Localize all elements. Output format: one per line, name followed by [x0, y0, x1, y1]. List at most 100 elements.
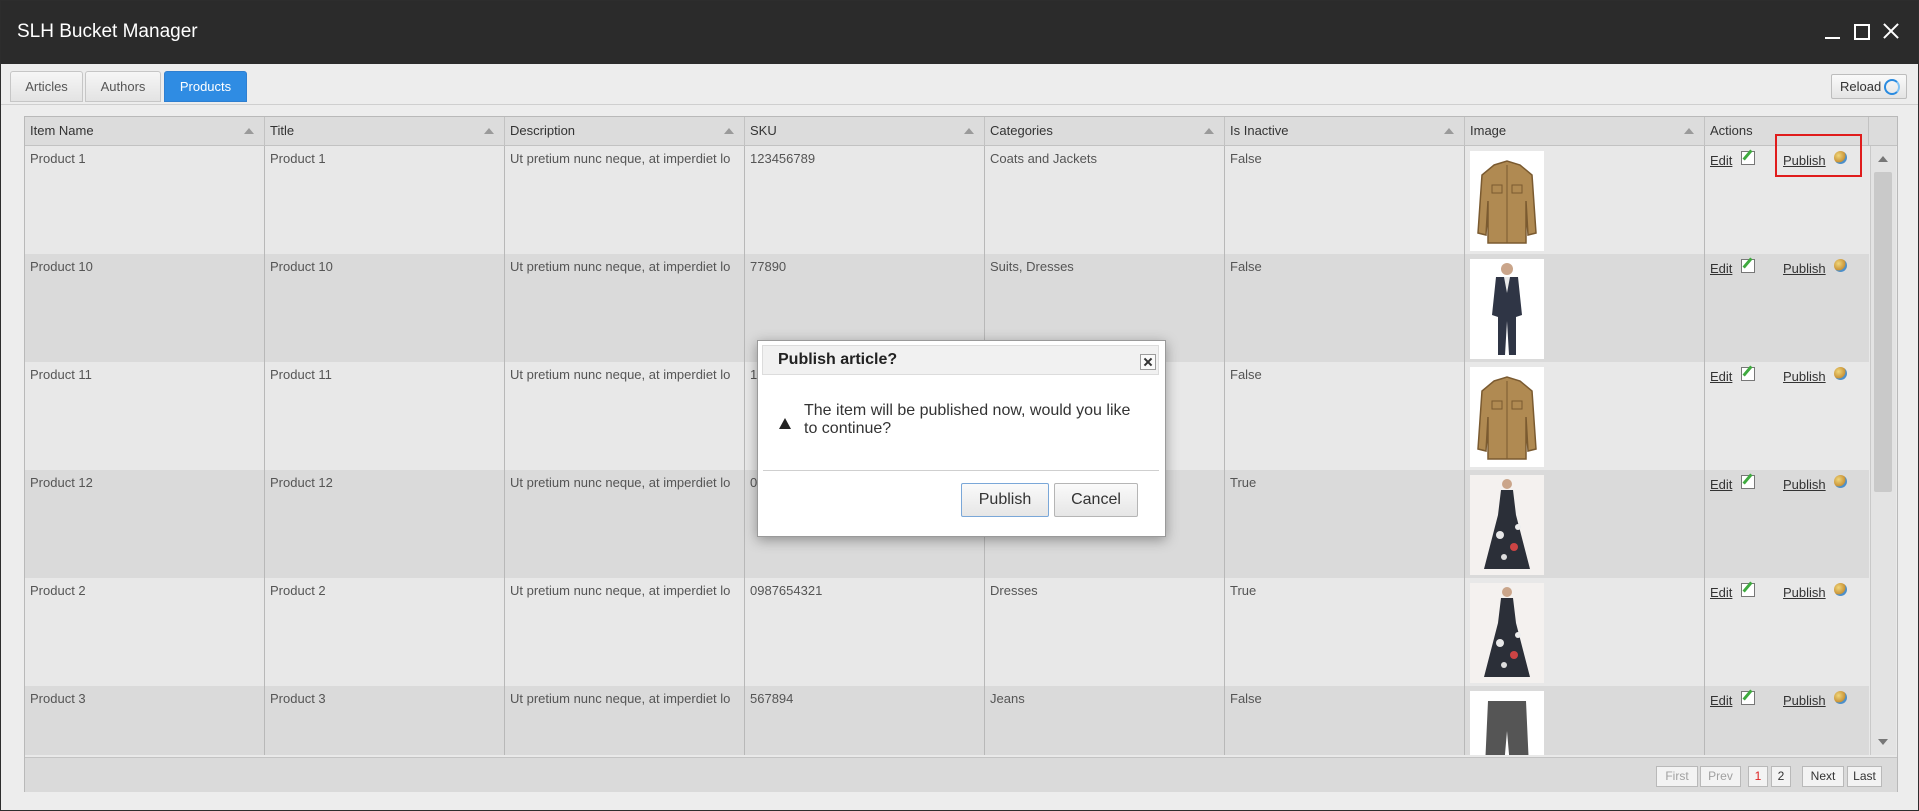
publish-dialog: Publish article? The item will be publis…	[757, 340, 1166, 537]
cell-inactive: False	[1225, 686, 1465, 755]
warning-icon	[779, 418, 791, 429]
cell-image	[1465, 254, 1705, 362]
dialog-publish-button[interactable]: Publish	[961, 483, 1049, 517]
cell-categories: Coats and Jackets	[985, 146, 1225, 254]
table-row[interactable]: Product 1 Product 1 Ut pretium nunc neque,…	[25, 146, 1869, 254]
refresh-icon	[1884, 79, 1900, 95]
cell-item-name: Product 1	[25, 146, 265, 254]
dialog-close-icon[interactable]	[1140, 354, 1156, 370]
cell-description: Ut pretium nunc neque, at imperdiet lo	[505, 362, 745, 470]
edit-icon[interactable]	[1741, 691, 1755, 705]
cell-actions: Edit Publish	[1705, 686, 1869, 755]
tab-authors[interactable]: Authors	[85, 71, 161, 102]
scroll-up-icon[interactable]	[1878, 156, 1888, 162]
cell-description: Ut pretium nunc neque, at imperdiet lo	[505, 254, 745, 362]
publish-highlight-box	[1775, 134, 1862, 177]
reload-label: Reload	[1840, 79, 1882, 94]
publish-link[interactable]: Publish	[1783, 585, 1826, 600]
edit-icon[interactable]	[1741, 259, 1755, 273]
cell-sku: 567894	[745, 686, 985, 755]
sort-arrow-icon	[724, 128, 734, 134]
product-thumbnail	[1470, 475, 1544, 575]
column-header-image[interactable]: Image	[1465, 117, 1705, 145]
dialog-message: The item will be published now, would yo…	[804, 402, 1131, 437]
cell-title: Product 11	[265, 362, 505, 470]
edit-link[interactable]: Edit	[1710, 369, 1732, 384]
sort-arrow-icon	[1444, 128, 1454, 134]
product-thumbnail	[1470, 583, 1544, 683]
edit-icon[interactable]	[1741, 583, 1755, 597]
cell-item-name: Product 2	[25, 578, 265, 686]
edit-icon[interactable]	[1741, 367, 1755, 381]
globe-icon[interactable]	[1834, 259, 1847, 272]
cell-sku: 123456789	[745, 146, 985, 254]
edit-link[interactable]: Edit	[1710, 585, 1732, 600]
edit-link[interactable]: Edit	[1710, 477, 1732, 492]
edit-link[interactable]: Edit	[1710, 153, 1732, 168]
column-header-description[interactable]: Description	[505, 117, 745, 145]
cell-title: Product 12	[265, 470, 505, 578]
cell-item-name: Product 3	[25, 686, 265, 755]
page-1-button[interactable]: 1	[1748, 766, 1768, 787]
cell-image	[1465, 578, 1705, 686]
sort-arrow-icon	[964, 128, 974, 134]
globe-icon[interactable]	[1834, 691, 1847, 704]
column-header-categories[interactable]: Categories	[985, 117, 1225, 145]
cell-item-name: Product 11	[25, 362, 265, 470]
dialog-cancel-button[interactable]: Cancel	[1054, 483, 1138, 517]
prev-page-button[interactable]: Prev	[1700, 766, 1741, 787]
cell-inactive: True	[1225, 470, 1465, 578]
header-label: Is Inactive	[1230, 123, 1289, 138]
scroll-down-icon[interactable]	[1878, 739, 1888, 745]
table-row[interactable]: Product 2 Product 2 Ut pretium nunc neque,…	[25, 578, 1869, 686]
tab-articles[interactable]: Articles	[10, 71, 83, 102]
tab-products[interactable]: Products	[164, 71, 247, 102]
first-page-button[interactable]: First	[1656, 766, 1698, 787]
app-window: SLH Bucket Manager Articles Authors Prod…	[0, 0, 1919, 811]
product-thumbnail	[1470, 259, 1544, 359]
globe-icon[interactable]	[1834, 583, 1847, 596]
edit-icon[interactable]	[1741, 151, 1755, 165]
sort-arrow-icon	[1204, 128, 1214, 134]
edit-link[interactable]: Edit	[1710, 693, 1732, 708]
product-thumbnail	[1470, 367, 1544, 467]
header-label: Categories	[990, 123, 1053, 138]
title-bar: SLH Bucket Manager	[1, 1, 1918, 64]
window-title: SLH Bucket Manager	[17, 21, 198, 42]
product-thumbnail	[1470, 691, 1544, 755]
cell-image	[1465, 686, 1705, 755]
cell-image	[1465, 146, 1705, 254]
cell-actions: Edit Publish	[1705, 470, 1869, 578]
globe-icon[interactable]	[1834, 475, 1847, 488]
edit-icon[interactable]	[1741, 475, 1755, 489]
edit-link[interactable]: Edit	[1710, 261, 1732, 276]
header-label: Actions	[1710, 123, 1753, 138]
maximize-icon[interactable]	[1848, 19, 1874, 45]
header-label: Title	[270, 123, 295, 138]
publish-link[interactable]: Publish	[1783, 369, 1826, 384]
page-2-button[interactable]: 2	[1771, 766, 1791, 787]
cell-title: Product 3	[265, 686, 505, 755]
globe-icon[interactable]	[1834, 367, 1847, 380]
close-icon[interactable]	[1878, 19, 1904, 45]
pager: First Prev 1 2 Next Last	[25, 757, 1897, 792]
cell-item-name: Product 12	[25, 470, 265, 578]
cell-description: Ut pretium nunc neque, at imperdiet lo	[505, 686, 745, 755]
publish-link[interactable]: Publish	[1783, 693, 1826, 708]
grid-header: Item Name Title Description SKU Categori…	[25, 117, 1897, 146]
cell-title: Product 10	[265, 254, 505, 362]
column-header-is-inactive[interactable]: Is Inactive	[1225, 117, 1465, 145]
vertical-scrollbar[interactable]	[1870, 146, 1896, 755]
column-header-item-name[interactable]: Item Name	[25, 117, 265, 145]
reload-button[interactable]: Reload	[1831, 74, 1907, 99]
minimize-icon[interactable]	[1819, 19, 1845, 45]
cell-actions: Edit Publish	[1705, 254, 1869, 362]
column-header-title[interactable]: Title	[265, 117, 505, 145]
column-header-sku[interactable]: SKU	[745, 117, 985, 145]
next-page-button[interactable]: Next	[1802, 766, 1844, 787]
last-page-button[interactable]: Last	[1847, 766, 1882, 787]
scroll-thumb[interactable]	[1874, 172, 1892, 492]
publish-link[interactable]: Publish	[1783, 261, 1826, 276]
table-row[interactable]: Product 3 Product 3 Ut pretium nunc neque,…	[25, 686, 1869, 755]
publish-link[interactable]: Publish	[1783, 477, 1826, 492]
